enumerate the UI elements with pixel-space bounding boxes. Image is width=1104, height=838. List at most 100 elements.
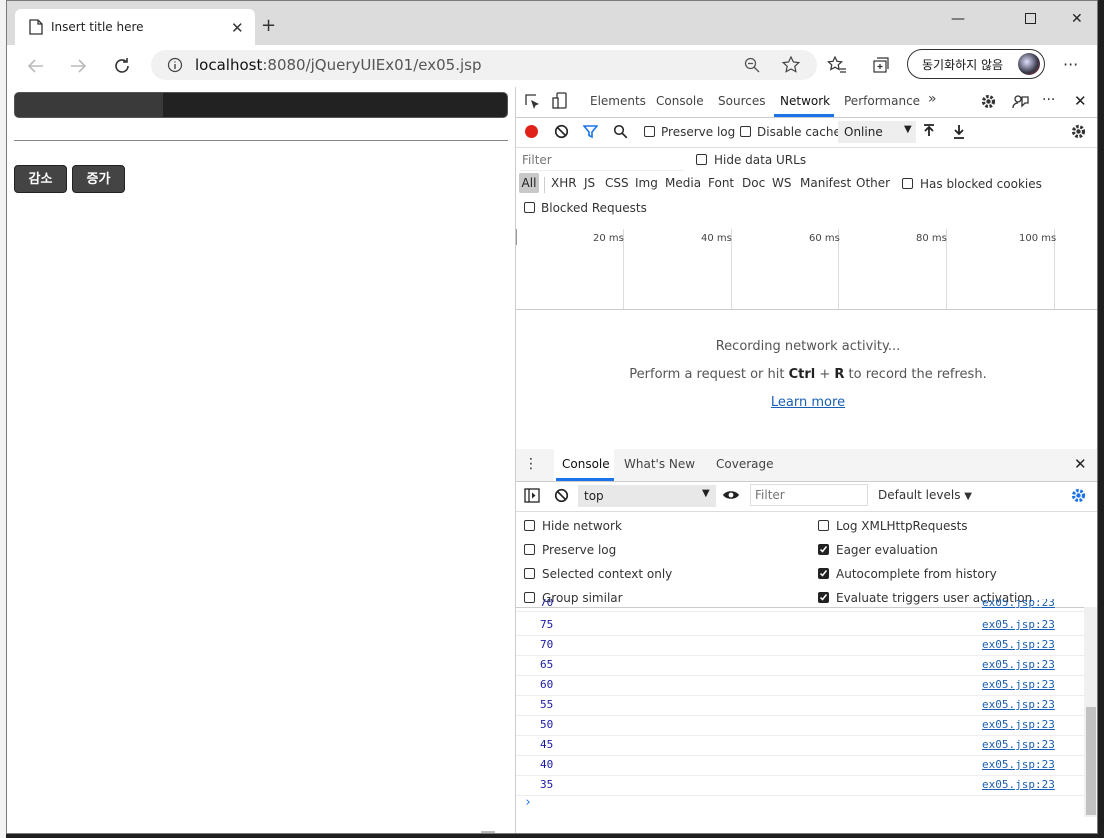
collections-icon[interactable] bbox=[871, 55, 891, 75]
log-source-link[interactable]: ex05.jsp:23 bbox=[982, 758, 1055, 771]
log-source-link[interactable]: ex05.jsp:23 bbox=[982, 599, 1055, 609]
type-filter-js[interactable]: JS bbox=[584, 176, 595, 190]
type-filter-css[interactable]: CSS bbox=[605, 176, 629, 190]
console-filter-input[interactable] bbox=[750, 484, 868, 506]
log-value: 70 bbox=[540, 599, 554, 609]
more-tabs-icon[interactable]: » bbox=[928, 91, 937, 107]
clear-icon[interactable] bbox=[554, 124, 569, 139]
url-path: :8080/jQueryUIEx01/ex05.jsp bbox=[262, 56, 482, 74]
browser-tab[interactable]: Insert title here ✕ bbox=[15, 9, 255, 45]
drawer-menu-icon[interactable]: ⋮ bbox=[524, 456, 538, 472]
tab-elements[interactable]: Elements bbox=[590, 94, 646, 108]
drawer-tabs: ⋮ Console What's New Coverage ✕ bbox=[516, 449, 1097, 482]
drawer-close-icon[interactable]: ✕ bbox=[1074, 455, 1087, 473]
console-scrollbar-thumb[interactable] bbox=[1086, 707, 1096, 815]
devtools-close-icon[interactable]: ✕ bbox=[1074, 92, 1087, 110]
network-settings-icon[interactable] bbox=[1070, 123, 1087, 140]
tab-strip: Insert title here ✕ + — ✕ bbox=[7, 1, 1097, 45]
page-scrollbar-stub[interactable] bbox=[481, 831, 495, 833]
tab-console[interactable]: Console bbox=[656, 94, 704, 108]
feedback-icon[interactable] bbox=[1012, 93, 1029, 110]
network-filter-input[interactable] bbox=[520, 150, 684, 171]
console-message: 65 ex05.jsp:23 bbox=[516, 655, 1084, 676]
tab-close-icon[interactable]: ✕ bbox=[231, 19, 244, 37]
setting-checkbox[interactable] bbox=[818, 520, 829, 531]
log-source-link[interactable]: ex05.jsp:23 bbox=[982, 618, 1055, 631]
context-select[interactable]: top ▼ bbox=[578, 485, 716, 507]
address-bar[interactable]: localhost:8080/jQueryUIEx01/ex05.jsp bbox=[151, 50, 817, 80]
clear-console-icon[interactable] bbox=[554, 488, 569, 503]
type-filter-media[interactable]: Media bbox=[665, 176, 701, 190]
setting-checkbox[interactable] bbox=[818, 544, 829, 555]
log-source-link[interactable]: ex05.jsp:23 bbox=[982, 718, 1055, 731]
device-toolbar-icon[interactable] bbox=[552, 92, 569, 110]
devtools-main-tabs: Elements Console Sources Network Perform… bbox=[516, 87, 1097, 118]
back-icon[interactable] bbox=[23, 53, 49, 79]
forward-icon[interactable] bbox=[65, 53, 91, 79]
log-source-link[interactable]: ex05.jsp:23 bbox=[982, 778, 1055, 791]
type-filter-img[interactable]: Img bbox=[635, 176, 658, 190]
type-filter-manifest[interactable]: Manifest bbox=[800, 176, 851, 190]
decrease-button[interactable]: 감소 bbox=[14, 165, 67, 193]
disable-cache-checkbox[interactable] bbox=[740, 126, 751, 137]
info-icon[interactable] bbox=[167, 57, 183, 73]
record-icon[interactable] bbox=[525, 125, 538, 138]
import-har-icon[interactable] bbox=[922, 124, 936, 139]
log-source-link[interactable]: ex05.jsp:23 bbox=[982, 638, 1055, 651]
drawer-tab-coverage[interactable]: Coverage bbox=[716, 457, 774, 471]
console-settings-icon[interactable] bbox=[1070, 487, 1087, 504]
favorites-icon[interactable] bbox=[827, 55, 847, 75]
throttling-value: Online bbox=[844, 125, 883, 139]
type-filter-font[interactable]: Font bbox=[708, 176, 734, 190]
devtools-panel: Elements Console Sources Network Perform… bbox=[515, 87, 1097, 833]
type-filter-all[interactable]: All bbox=[519, 173, 539, 193]
increase-button[interactable]: 증가 bbox=[72, 165, 125, 193]
type-filter-xhr[interactable]: XHR bbox=[551, 176, 577, 190]
log-source-link[interactable]: ex05.jsp:23 bbox=[982, 658, 1055, 671]
zoom-icon[interactable] bbox=[743, 56, 761, 74]
tab-performance[interactable]: Performance bbox=[844, 94, 920, 108]
drawer-tab-console[interactable]: Console bbox=[562, 457, 610, 471]
console-scrollbar[interactable] bbox=[1084, 607, 1097, 817]
throttling-select[interactable]: Online ▼ bbox=[838, 121, 916, 143]
preserve-log-checkbox[interactable] bbox=[644, 126, 655, 137]
drawer-tab-whats-new[interactable]: What's New bbox=[624, 457, 695, 471]
devtools-menu-icon[interactable]: ··· bbox=[1042, 92, 1055, 108]
search-icon[interactable] bbox=[613, 124, 628, 139]
log-source-link[interactable]: ex05.jsp:23 bbox=[982, 678, 1055, 691]
has-blocked-cookies-checkbox[interactable] bbox=[902, 178, 913, 189]
filter-funnel-icon[interactable] bbox=[583, 124, 598, 139]
window-close-icon[interactable]: ✕ bbox=[1071, 11, 1083, 27]
refresh-icon[interactable] bbox=[109, 53, 135, 79]
console-prompt[interactable]: › bbox=[524, 795, 532, 810]
new-tab-icon[interactable]: + bbox=[261, 15, 276, 36]
log-levels-select[interactable]: Default levels ▼ bbox=[878, 488, 972, 502]
favorite-star-icon[interactable] bbox=[781, 55, 801, 75]
log-source-link[interactable]: ex05.jsp:23 bbox=[982, 698, 1055, 711]
minimize-icon[interactable]: — bbox=[951, 11, 965, 27]
log-source-link[interactable]: ex05.jsp:23 bbox=[982, 738, 1055, 751]
log-value: 70 bbox=[540, 638, 554, 651]
sync-status-button[interactable]: 동기화하지 않음 bbox=[907, 49, 1045, 79]
maximize-icon[interactable] bbox=[1025, 13, 1036, 24]
setting-checkbox[interactable] bbox=[524, 520, 535, 531]
blocked-requests-checkbox[interactable] bbox=[524, 202, 535, 213]
setting-checkbox[interactable] bbox=[818, 568, 829, 579]
settings-gear-icon[interactable] bbox=[980, 93, 997, 110]
inspect-element-icon[interactable] bbox=[524, 93, 541, 110]
type-filter-doc[interactable]: Doc bbox=[742, 176, 765, 190]
more-menu-icon[interactable]: ··· bbox=[1063, 55, 1078, 74]
live-expression-eye-icon[interactable] bbox=[722, 488, 740, 502]
tab-sources[interactable]: Sources bbox=[718, 94, 765, 108]
type-filter-ws[interactable]: WS bbox=[772, 176, 791, 190]
setting-checkbox[interactable] bbox=[524, 568, 535, 579]
learn-more-link[interactable]: Learn more bbox=[516, 395, 1097, 410]
sidebar-toggle-icon[interactable] bbox=[524, 488, 540, 503]
export-har-icon[interactable] bbox=[952, 124, 966, 139]
progressbar-value bbox=[15, 93, 163, 117]
setting-checkbox[interactable] bbox=[524, 544, 535, 555]
network-overview-timeline[interactable]: 20 ms 40 ms 60 ms 80 ms 100 ms bbox=[516, 229, 1097, 310]
hide-data-urls-checkbox[interactable] bbox=[696, 154, 707, 165]
tab-network[interactable]: Network bbox=[780, 94, 830, 108]
type-filter-other[interactable]: Other bbox=[856, 176, 890, 190]
